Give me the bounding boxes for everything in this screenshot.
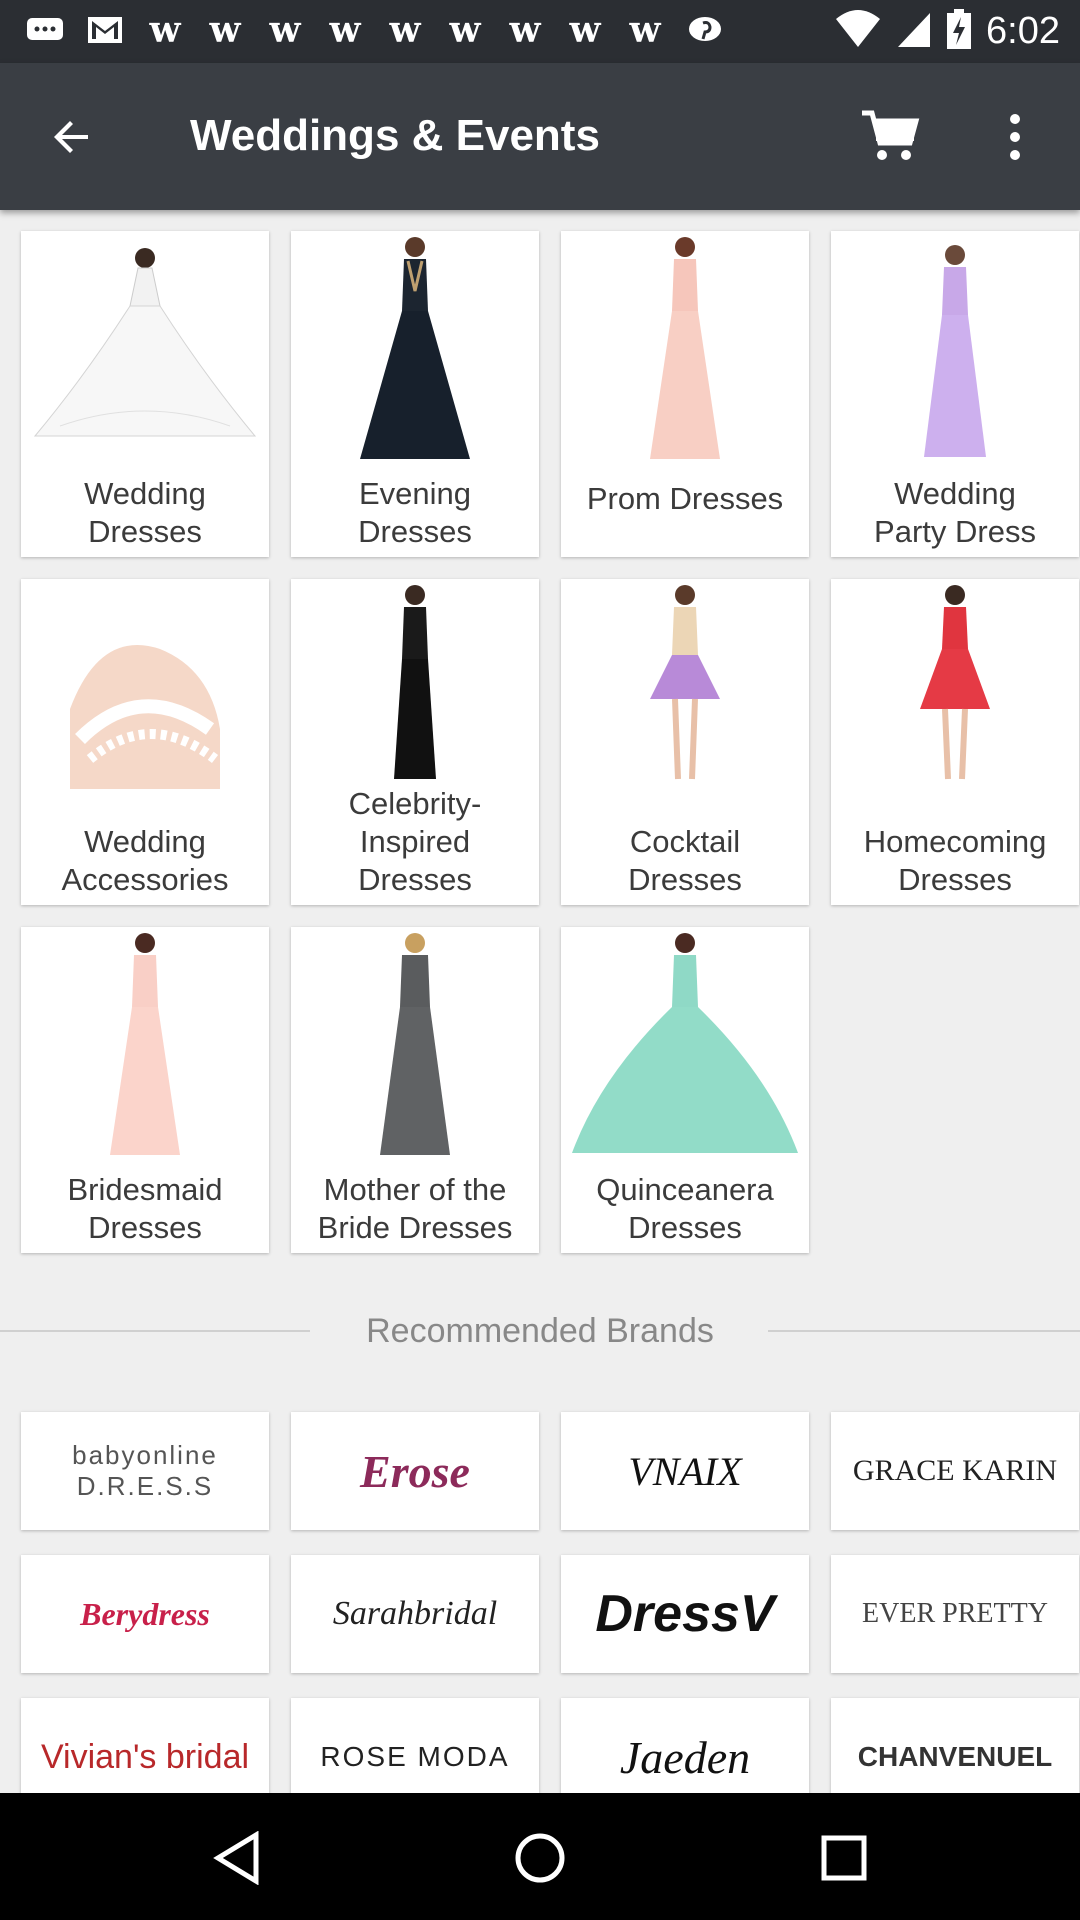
wedding-gloves-image <box>21 579 269 809</box>
bridesmaid-dress-image <box>21 927 269 1157</box>
brand-logo: ROSE MODA <box>320 1741 510 1772</box>
brand-sarahbridal[interactable]: Sarahbridal <box>291 1555 539 1673</box>
chat-icon <box>22 10 68 50</box>
brand-vnaix[interactable]: VNAIX <box>561 1412 809 1530</box>
category-label: Evening Dresses <box>358 476 472 549</box>
wedding-dress-image <box>21 231 269 461</box>
brand-grace-karin[interactable]: GRACE KARIN <box>831 1412 1079 1530</box>
category-evening-dresses[interactable]: Evening Dresses <box>291 231 539 557</box>
walmart-w-icon: w <box>389 9 421 51</box>
category-wedding-party-dress[interactable]: Wedding Party Dress <box>831 231 1079 557</box>
brand-logo: babyonline D.R.E.S.S <box>72 1440 218 1501</box>
page-title: Weddings & Events <box>190 111 600 160</box>
brand-logo: Erose <box>360 1445 470 1497</box>
category-label: Wedding Accessories <box>61 824 229 897</box>
category-label: Cocktail Dresses <box>628 824 742 897</box>
category-label: Mother of the Bride Dresses <box>317 1172 513 1245</box>
brand-logo: DressV <box>595 1585 775 1643</box>
section-divider <box>768 1330 1080 1332</box>
back-button[interactable] <box>42 107 102 167</box>
app-toolbar: Weddings & Events <box>0 63 1080 210</box>
gmail-icon <box>82 10 128 50</box>
brand-logo: Jaeden <box>619 1731 751 1783</box>
category-cocktail-dresses[interactable]: Cocktail Dresses <box>561 579 809 905</box>
nav-back-button[interactable] <box>207 1828 267 1888</box>
category-bridesmaid-dresses[interactable]: Bridesmaid Dresses <box>21 927 269 1253</box>
brand-logo: GRACE KARIN <box>852 1454 1058 1487</box>
brand-berydress[interactable]: Berydress <box>21 1555 269 1673</box>
walmart-w-icon: w <box>449 9 481 51</box>
brand-logo: VNAIX <box>628 1448 742 1494</box>
cocktail-dress-image <box>561 579 809 809</box>
more-vert-icon <box>1010 114 1020 160</box>
category-label: Wedding Dresses <box>84 476 206 549</box>
category-prom-dresses[interactable]: Prom Dresses <box>561 231 809 557</box>
arrow-back-icon <box>54 121 88 153</box>
homecoming-dress-image <box>831 579 1079 809</box>
brand-babyonline[interactable]: babyonline D.R.E.S.S <box>21 1412 269 1530</box>
cart-button[interactable] <box>858 105 922 169</box>
walmart-w-icon: w <box>569 9 601 51</box>
nav-back-icon <box>213 1831 259 1885</box>
brand-logo: Berydress <box>80 1595 210 1632</box>
prom-dress-image <box>561 231 809 461</box>
mother-of-bride-dress-image <box>291 927 539 1157</box>
category-wedding-dresses[interactable]: Wedding Dresses <box>21 231 269 557</box>
nav-recents-icon <box>821 1835 867 1881</box>
category-mother-of-the-bride-dresses[interactable]: Mother of the Bride Dresses <box>291 927 539 1253</box>
brand-erose[interactable]: Erose <box>291 1412 539 1530</box>
nav-recents-button[interactable] <box>814 1828 874 1888</box>
overflow-menu-button[interactable] <box>990 105 1040 169</box>
walmart-w-icon: w <box>329 9 361 51</box>
wifi-icon <box>834 9 882 54</box>
walmart-w-icon: w <box>149 9 181 51</box>
battery-charging-icon <box>946 8 972 55</box>
brand-logo: CHANVENUEL <box>857 1741 1053 1772</box>
walmart-w-icon: w <box>269 9 301 51</box>
evening-dress-image <box>291 231 539 461</box>
brand-dressv[interactable]: DressV <box>561 1555 809 1673</box>
signal-icon <box>896 9 932 54</box>
quinceanera-dress-image <box>561 927 809 1157</box>
system-nav-bar <box>0 1793 1080 1920</box>
pinterest-icon <box>682 10 728 50</box>
category-wedding-accessories[interactable]: Wedding Accessories <box>21 579 269 905</box>
status-bar: w w w w w w w w w 6:02 <box>0 0 1080 63</box>
category-homecoming-dresses[interactable]: Homecoming Dresses <box>831 579 1079 905</box>
category-quinceanera-dresses[interactable]: Quinceanera Dresses <box>561 927 809 1253</box>
nav-home-button[interactable] <box>510 1828 570 1888</box>
category-label: Homecoming Dresses <box>863 824 1047 897</box>
brand-logo: Vivian's bridal <box>40 1737 250 1776</box>
category-celebrity-inspired-dresses[interactable]: Celebrity- Inspired Dresses <box>291 579 539 905</box>
walmart-w-icon: w <box>629 9 661 51</box>
clock: 6:02 <box>986 9 1060 52</box>
system-indicators: 6:02 <box>834 8 1060 54</box>
celebrity-dress-image <box>291 579 539 789</box>
nav-home-icon <box>515 1833 565 1883</box>
walmart-w-icon: w <box>209 9 241 51</box>
brand-logo: Sarahbridal <box>332 1595 498 1632</box>
wedding-party-dress-image <box>831 231 1079 461</box>
category-label: Quinceanera Dresses <box>596 1172 774 1245</box>
category-label: Celebrity- Inspired Dresses <box>348 786 482 897</box>
walmart-w-icon: w <box>509 9 541 51</box>
notification-icons: w w w w w w w w w <box>22 9 728 51</box>
category-label: Prom Dresses <box>586 481 784 516</box>
category-label: Wedding Party Dress <box>874 476 1036 549</box>
brand-logo: EVER PRETTY <box>862 1598 1048 1629</box>
category-label: Bridesmaid Dresses <box>67 1172 223 1245</box>
shopping-cart-icon <box>862 110 920 160</box>
brand-ever-pretty[interactable]: EVER PRETTY <box>831 1555 1079 1673</box>
